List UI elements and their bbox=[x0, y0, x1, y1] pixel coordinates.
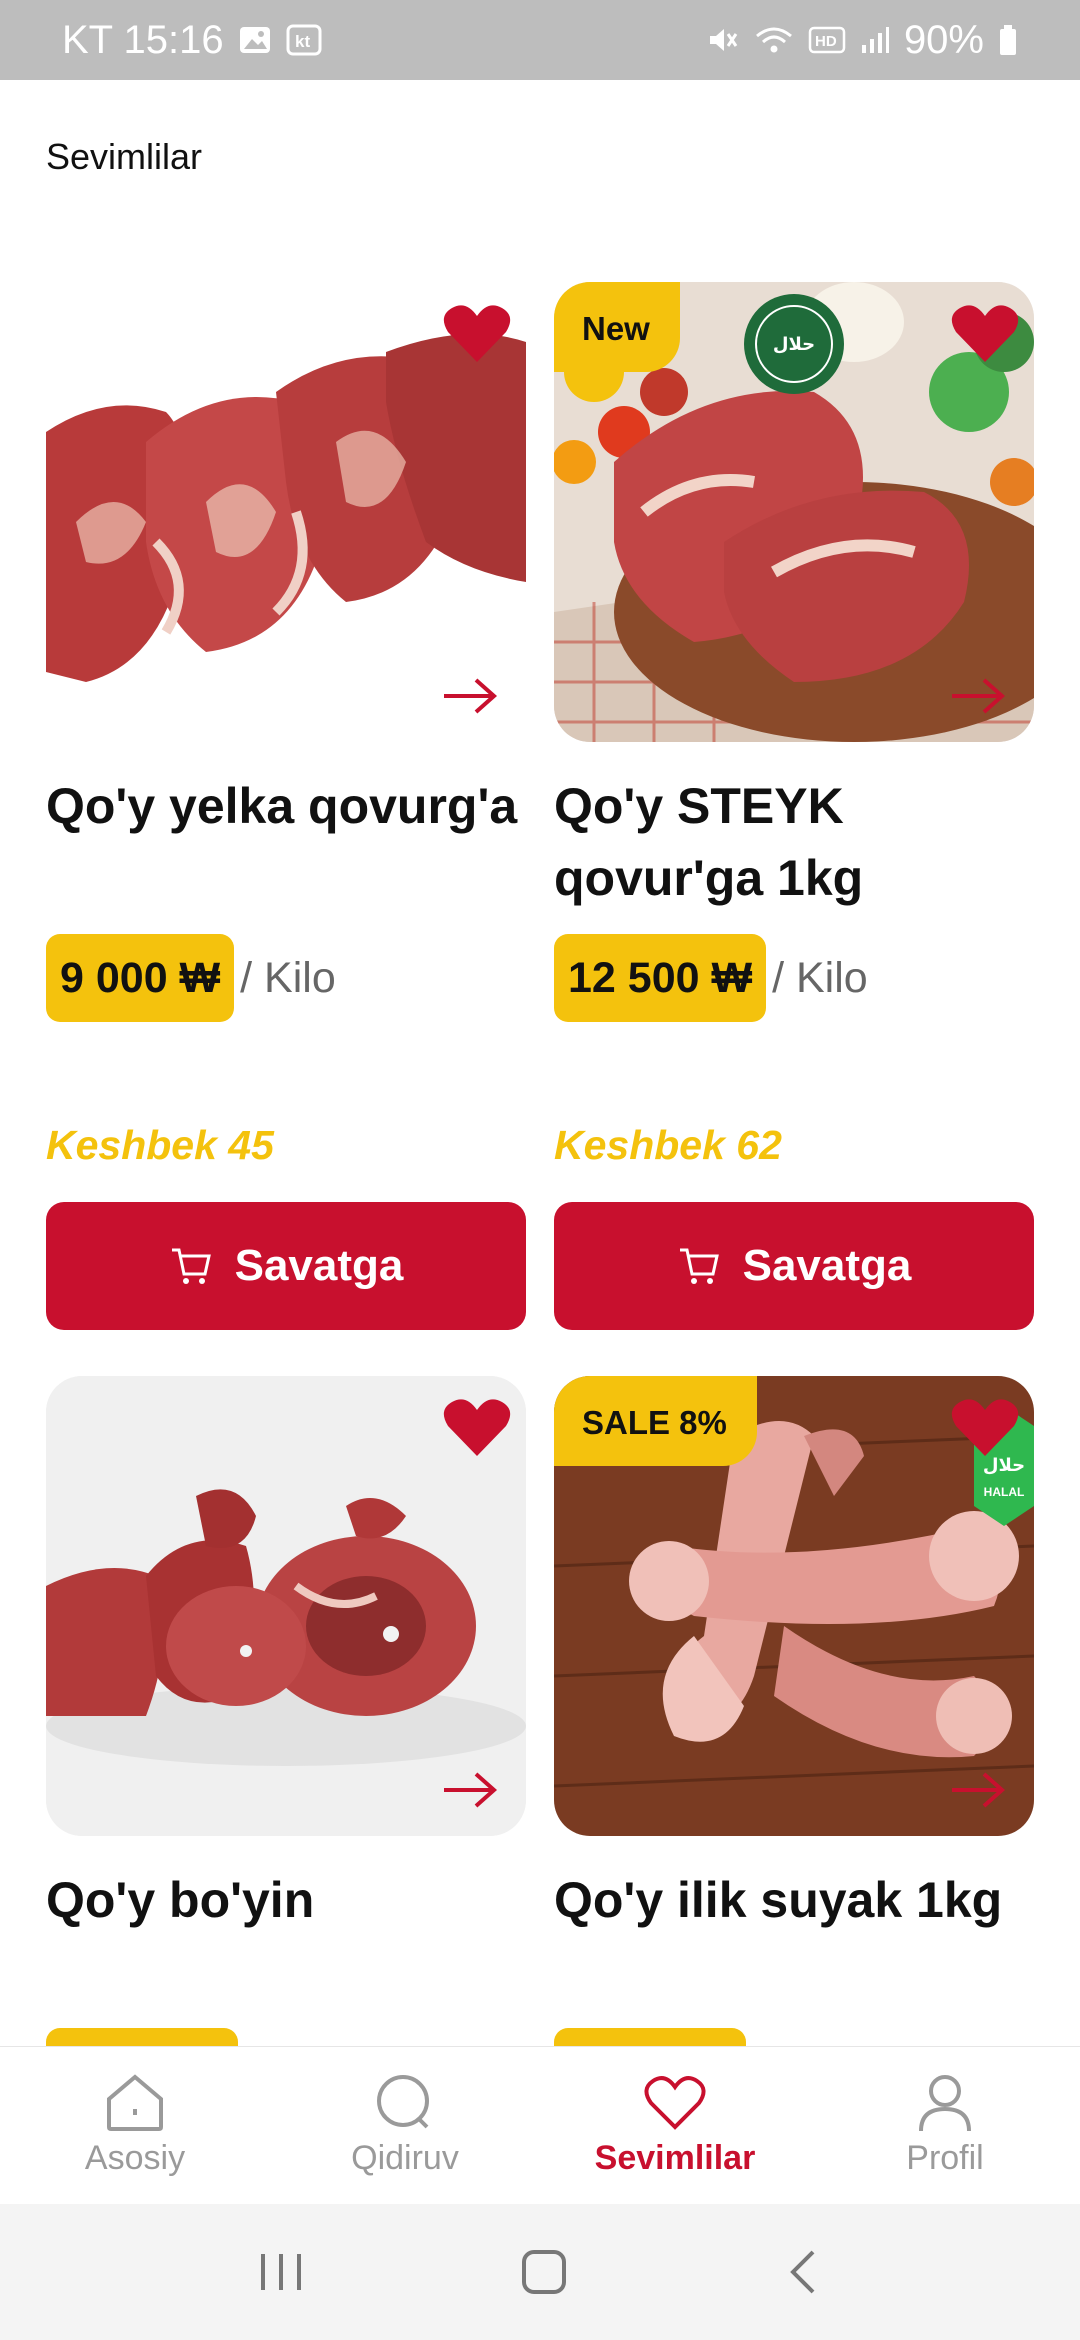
svg-text:kt: kt bbox=[295, 32, 310, 51]
favorite-heart-icon[interactable] bbox=[950, 302, 1020, 366]
arrow-right-icon[interactable] bbox=[950, 676, 1006, 716]
price-row: 9 000 ₩ / Kilo bbox=[46, 934, 336, 1022]
bottom-nav: Asosiy Qidiruv Sevimlilar Profil bbox=[0, 2046, 1080, 2204]
add-to-cart-button[interactable]: Savatga bbox=[46, 1202, 526, 1330]
nav-item-home[interactable]: Asosiy bbox=[0, 2047, 270, 2204]
product-image[interactable]: حلال HALAL SALE 8% bbox=[554, 1376, 1034, 1836]
svg-text:HALAL: HALAL bbox=[984, 1485, 1025, 1499]
new-badge: New bbox=[554, 282, 680, 372]
favorite-heart-icon[interactable] bbox=[442, 1396, 512, 1460]
nav-label: Qidiruv bbox=[351, 2139, 459, 2177]
nav-item-search[interactable]: Qidiruv bbox=[270, 2047, 540, 2204]
price-unit: / Kilo bbox=[772, 953, 868, 1002]
favorite-heart-icon[interactable] bbox=[950, 1396, 1020, 1460]
product-name: Qo'y yelka qovurg'a bbox=[46, 778, 518, 834]
signal-icon bbox=[860, 25, 890, 55]
nav-item-favorites[interactable]: Sevimlilar bbox=[540, 2047, 810, 2204]
cashback-label: Keshbek 45 bbox=[46, 1122, 274, 1168]
cart-button-label: Savatga bbox=[742, 1241, 912, 1290]
home-button-icon[interactable] bbox=[520, 2248, 568, 2296]
status-bar: KT 15:16 kt HD 90% bbox=[0, 0, 1080, 80]
arrow-right-icon[interactable] bbox=[442, 676, 498, 716]
product-image[interactable] bbox=[46, 1376, 526, 1836]
price-row: 12 500 ₩ / Kilo bbox=[554, 934, 868, 1022]
nav-item-profile[interactable]: Profil bbox=[810, 2047, 1080, 2204]
cart-button-label: Savatga bbox=[234, 1241, 404, 1290]
battery-icon bbox=[998, 24, 1018, 56]
sale-badge: SALE 8% bbox=[554, 1376, 757, 1466]
price-badge: 12 500 ₩ bbox=[554, 934, 767, 1022]
nav-label: Profil bbox=[906, 2139, 984, 2177]
gallery-icon bbox=[238, 25, 272, 55]
product-card[interactable]: حلال New Qo'y STEYK qovur'ga 1kg bbox=[554, 282, 1034, 914]
mute-icon bbox=[706, 24, 740, 56]
add-to-cart-button[interactable]: Savatga bbox=[554, 1202, 1034, 1330]
search-icon bbox=[377, 2075, 429, 2129]
favorite-heart-icon[interactable] bbox=[442, 302, 512, 366]
system-nav-bar bbox=[0, 2204, 1080, 2340]
wifi-icon bbox=[754, 24, 794, 56]
product-name: Qo'y STEYK qovur'ga 1kg bbox=[554, 778, 864, 906]
home-icon bbox=[107, 2074, 163, 2131]
back-icon[interactable] bbox=[783, 2248, 823, 2296]
product-image[interactable] bbox=[46, 282, 526, 742]
recent-apps-icon[interactable] bbox=[257, 2250, 305, 2294]
svg-text:HD: HD bbox=[815, 33, 837, 50]
page-title: Sevimlilar bbox=[46, 136, 203, 177]
product-card[interactable]: Qo'y yelka qovurg'a bbox=[46, 282, 526, 842]
profile-icon bbox=[919, 2075, 971, 2132]
svg-text:حلال: حلال bbox=[773, 334, 815, 355]
nav-label: Sevimlilar bbox=[594, 2139, 756, 2177]
kt-app-icon: kt bbox=[286, 24, 322, 56]
status-time: KT 15:16 bbox=[62, 17, 224, 62]
arrow-right-icon[interactable] bbox=[442, 1770, 498, 1810]
arrow-right-icon[interactable] bbox=[950, 1770, 1006, 1810]
product-image[interactable]: حلال New bbox=[554, 282, 1034, 742]
cart-icon bbox=[679, 1248, 719, 1284]
price-unit: / Kilo bbox=[240, 953, 336, 1002]
nav-label: Asosiy bbox=[84, 2139, 186, 2177]
cart-icon bbox=[171, 1248, 211, 1284]
product-card[interactable]: Qo'y bo'yin bbox=[46, 1376, 526, 1936]
product-name: Qo'y ilik suyak 1kg bbox=[554, 1872, 1003, 1928]
heart-icon bbox=[644, 2076, 706, 2130]
price-badge: 9 000 ₩ bbox=[46, 934, 235, 1022]
product-card[interactable]: حلال HALAL SALE 8% Qo'y ilik suyak 1kg bbox=[554, 1376, 1034, 1936]
battery-percent: 90% bbox=[903, 17, 984, 62]
cashback-label: Keshbek 62 bbox=[554, 1122, 782, 1168]
hd-icon: HD bbox=[808, 25, 846, 55]
product-name: Qo'y bo'yin bbox=[46, 1872, 315, 1928]
